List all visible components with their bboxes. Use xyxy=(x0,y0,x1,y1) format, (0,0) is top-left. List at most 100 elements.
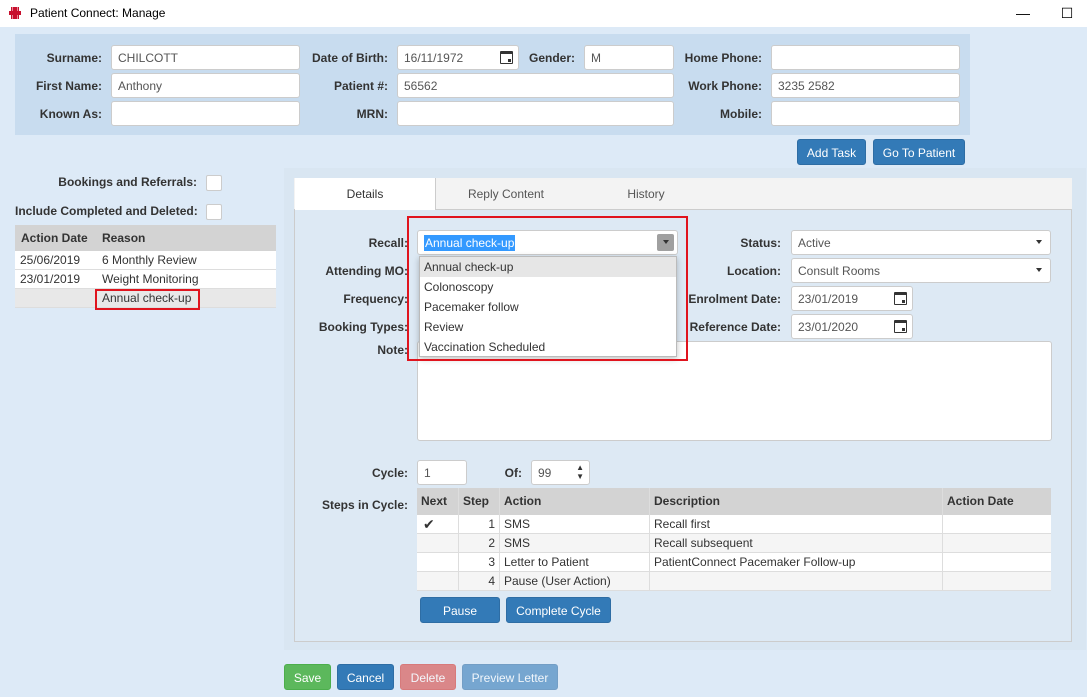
tab-reply-content[interactable]: Reply Content xyxy=(436,178,576,210)
step-description: PatientConnect Pacemaker Follow-up xyxy=(650,553,943,571)
step-row[interactable]: 4 Pause (User Action) xyxy=(417,572,1051,591)
enrolment-date-field[interactable]: 23/01/2019 xyxy=(791,286,913,311)
pause-button[interactable]: Pause xyxy=(420,597,500,623)
step-description xyxy=(650,572,943,590)
patient-number-label: Patient #: xyxy=(333,79,388,93)
task-list-header: Action Date Reason xyxy=(15,225,276,251)
dob-field[interactable]: 16/11/1972 xyxy=(397,45,519,70)
surname-field[interactable]: CHILCOTT xyxy=(111,45,300,70)
header-next: Next xyxy=(417,488,459,515)
reference-date-field[interactable]: 23/01/2020 xyxy=(791,314,913,339)
cancel-button[interactable]: Cancel xyxy=(337,664,394,690)
step-action: Letter to Patient xyxy=(500,553,650,571)
task-date: 23/01/2019 xyxy=(20,272,81,286)
step-row[interactable]: 2 SMS Recall subsequent xyxy=(417,534,1051,553)
step-number: 2 xyxy=(459,534,500,552)
step-date xyxy=(943,553,1051,571)
status-select[interactable]: Active xyxy=(791,230,1051,255)
task-date: 25/06/2019 xyxy=(20,253,81,267)
recall-dropdown-highlight xyxy=(407,216,688,361)
step-number: 1 xyxy=(459,515,500,533)
known-as-field[interactable] xyxy=(111,101,300,126)
task-row[interactable]: 25/06/2019 6 Monthly Review xyxy=(15,251,276,270)
step-action: SMS xyxy=(500,534,650,552)
next-check-icon xyxy=(417,534,459,552)
spinner-arrows-icon[interactable]: ▲ ▼ xyxy=(576,463,584,481)
preview-letter-button[interactable]: Preview Letter xyxy=(462,664,558,690)
enrolment-date-value: 23/01/2019 xyxy=(798,292,859,306)
selected-task-highlight xyxy=(95,289,200,310)
header-reason: Reason xyxy=(102,231,146,245)
header-action-date: Action Date xyxy=(21,231,88,245)
work-phone-field[interactable]: 3235 2582 xyxy=(771,73,960,98)
dob-label: Date of Birth: xyxy=(312,51,388,65)
task-reason: 6 Monthly Review xyxy=(102,253,197,267)
mobile-label: Mobile: xyxy=(720,107,762,121)
patient-number-field[interactable]: 56562 xyxy=(397,73,674,98)
step-action: Pause (User Action) xyxy=(500,572,650,590)
step-number: 3 xyxy=(459,553,500,571)
minimize-button[interactable]: — xyxy=(1015,5,1031,21)
save-button[interactable]: Save xyxy=(284,664,331,690)
home-phone-label: Home Phone: xyxy=(684,51,762,65)
delete-button[interactable]: Delete xyxy=(400,664,456,690)
reference-date-label: Reference Date: xyxy=(689,320,781,334)
maximize-button[interactable]: ☐ xyxy=(1059,5,1075,21)
header-action: Action xyxy=(500,488,650,515)
go-to-patient-button[interactable]: Go To Patient xyxy=(873,139,965,165)
task-row[interactable]: 23/01/2019 Weight Monitoring xyxy=(15,270,276,289)
mrn-label: MRN: xyxy=(356,107,388,121)
tab-history[interactable]: History xyxy=(576,178,716,210)
cycle-label: Cycle: xyxy=(371,466,408,480)
gender-label: Gender: xyxy=(528,51,575,65)
bookings-checkbox[interactable] xyxy=(206,175,222,191)
gender-field[interactable]: M xyxy=(584,45,674,70)
step-description: Recall subsequent xyxy=(650,534,943,552)
window-title: Patient Connect: Manage xyxy=(30,6,166,20)
attending-mo-label: Attending MO: xyxy=(325,264,408,278)
next-check-icon xyxy=(417,572,459,590)
chevron-down-icon xyxy=(1036,240,1042,244)
step-date xyxy=(943,534,1051,552)
first-name-field[interactable]: Anthony xyxy=(111,73,300,98)
mobile-field[interactable] xyxy=(771,101,960,126)
home-phone-field[interactable] xyxy=(771,45,960,70)
calendar-icon[interactable] xyxy=(894,320,907,333)
of-stepper[interactable]: 99 ▲ ▼ xyxy=(531,460,590,485)
header-step: Step xyxy=(459,488,500,515)
step-date xyxy=(943,515,1051,533)
step-number: 4 xyxy=(459,572,500,590)
recall-label: Recall: xyxy=(368,236,408,250)
steps-in-cycle-label: Steps in Cycle: xyxy=(321,498,408,512)
next-check-icon: ✔ xyxy=(417,515,459,533)
step-row[interactable]: 3 Letter to Patient PatientConnect Pacem… xyxy=(417,553,1051,572)
calendar-icon[interactable] xyxy=(500,51,513,64)
known-as-label: Known As: xyxy=(39,107,102,121)
frequency-label: Frequency: xyxy=(343,292,408,306)
next-check-icon xyxy=(417,553,459,571)
steps-table: Next Step Action Description Action Date… xyxy=(417,488,1051,591)
reference-date-value: 23/01/2020 xyxy=(798,320,859,334)
step-row[interactable]: ✔ 1 SMS Recall first xyxy=(417,515,1051,534)
calendar-icon[interactable] xyxy=(894,292,907,305)
include-completed-checkbox[interactable] xyxy=(206,204,222,220)
location-label: Location: xyxy=(727,264,781,278)
note-label: Note: xyxy=(377,343,408,357)
tab-details[interactable]: Details xyxy=(295,178,436,210)
complete-cycle-button[interactable]: Complete Cycle xyxy=(506,597,611,623)
dob-value: 16/11/1972 xyxy=(404,51,464,65)
booking-types-label: Booking Types: xyxy=(318,320,408,334)
location-select[interactable]: Consult Rooms xyxy=(791,258,1051,283)
mrn-field[interactable] xyxy=(397,101,674,126)
step-description: Recall first xyxy=(650,515,943,533)
step-action: SMS xyxy=(500,515,650,533)
chevron-down-icon xyxy=(1036,268,1042,272)
of-label: Of: xyxy=(504,466,522,480)
header-action-date: Action Date xyxy=(947,494,1014,508)
cycle-field[interactable]: 1 xyxy=(417,460,467,485)
add-task-button[interactable]: Add Task xyxy=(797,139,866,165)
steps-table-header: Next Step Action Description Action Date xyxy=(417,488,1051,515)
surname-label: Surname: xyxy=(46,51,102,65)
include-completed-label: Include Completed and Deleted: xyxy=(15,204,198,218)
task-reason: Weight Monitoring xyxy=(102,272,199,286)
